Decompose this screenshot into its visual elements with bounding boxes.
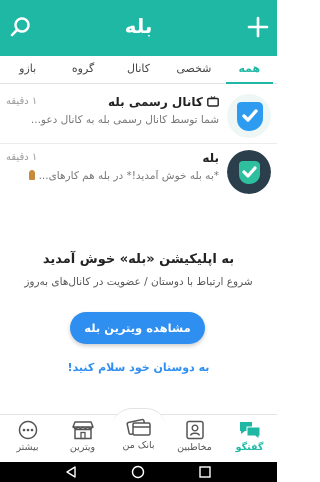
chat-name: کانال رسمی بله <box>108 95 219 109</box>
tab-group[interactable]: گروه <box>55 56 110 83</box>
bale-logo-icon <box>227 150 271 194</box>
tab-all[interactable]: همه <box>222 56 277 84</box>
nav-label: بانک من <box>122 440 155 451</box>
tab-channel[interactable]: کانال <box>111 56 166 83</box>
nav-contacts[interactable]: مخاطبین <box>167 420 222 453</box>
home-icon[interactable] <box>131 465 145 479</box>
chat-list-item[interactable]: کانال رسمی بله ۱ دقیقه شما توسط کانال رس… <box>0 90 277 150</box>
chat-time: ۱ دقیقه <box>6 96 38 107</box>
chat-time: ۱ دقیقه <box>6 152 38 163</box>
welcome-title: به اپلیکیشن «بله» خوش آمدید <box>42 252 235 267</box>
chat-preview-text: *به بله خوش آمدید!* در بله هم کارهای... <box>38 170 219 182</box>
storefront-icon <box>71 421 94 440</box>
plus-icon[interactable] <box>245 14 271 40</box>
bale-logo-icon <box>227 94 271 138</box>
tv-icon <box>207 96 219 107</box>
contacts-icon <box>185 420 204 440</box>
avatar <box>227 94 271 138</box>
nav-label: گفتگو <box>235 442 264 453</box>
view-showcase-button[interactable]: مشاهده ویترین بله <box>70 312 205 344</box>
app-screen: بله همه شخصی کانال گروه بازو کانال رسمی … <box>0 0 277 482</box>
more-icon <box>18 420 37 440</box>
person-emoji-icon <box>29 170 36 180</box>
back-icon[interactable] <box>64 465 78 479</box>
tab-personal[interactable]: شخصی <box>166 56 221 83</box>
recents-icon[interactable] <box>198 465 212 479</box>
nav-label: مخاطبین <box>177 442 212 453</box>
nav-more[interactable]: بیشتر <box>0 420 55 453</box>
chat-list-item[interactable]: بله ۱ دقیقه *به بله خوش آمدید!* در بله ه… <box>0 146 277 206</box>
nav-my-bank[interactable]: بانک من <box>111 416 166 451</box>
chat-name-text: کانال رسمی بله <box>107 95 203 109</box>
nav-label: بیشتر <box>16 442 39 453</box>
nav-label: ویترین <box>69 442 96 453</box>
chat-filter-tabs: همه شخصی کانال گروه بازو <box>0 56 277 84</box>
chat-preview: *به بله خوش آمدید!* در بله هم کارهای... <box>11 170 219 182</box>
nav-showcase[interactable]: ویترین <box>55 420 110 453</box>
divider <box>0 143 277 144</box>
chat-preview: شما توسط کانال رسمی بله به کانال دعو... <box>30 114 219 126</box>
chat-bubbles-icon <box>239 422 260 440</box>
bank-cards-icon <box>125 418 151 436</box>
system-nav-bar <box>0 462 277 482</box>
avatar <box>227 150 271 194</box>
app-header: بله <box>0 0 277 56</box>
nav-chats[interactable]: گفتگو <box>222 420 277 453</box>
app-title: بله <box>124 14 153 38</box>
chat-name: بله <box>202 151 219 165</box>
welcome-subtitle: شروع ارتباط با دوستان / عضویت در کانال‌ه… <box>24 276 253 288</box>
tab-bot[interactable]: بازو <box>0 56 55 83</box>
say-hello-link[interactable]: به دوستان خود سلام کنید! <box>0 361 277 374</box>
